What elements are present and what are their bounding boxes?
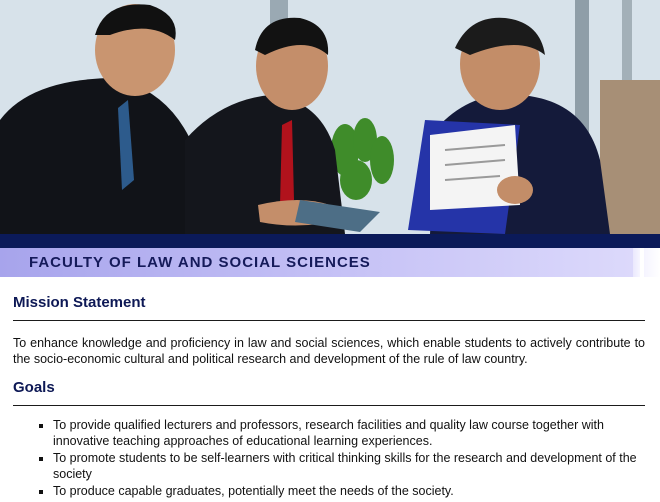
title-bar-accent [644,248,660,277]
list-item: To produce capable graduates, potentiall… [53,483,645,499]
goals-list: To provide qualified lecturers and profe… [13,417,645,499]
list-item: To promote students to be self-learners … [53,450,645,482]
page-title: FACULTY OF LAW AND SOCIAL SCIENCES [29,254,371,271]
goals-heading: Goals [13,379,55,396]
hero-illustration [0,0,660,234]
section-divider [13,405,645,406]
title-bar-accent [633,248,640,277]
header-strip [0,234,660,248]
mission-text: To enhance knowledge and proficiency in … [13,336,645,366]
section-divider [13,320,645,321]
mission-heading: Mission Statement [13,294,146,311]
hero-photo [0,0,660,234]
main-content: Mission Statement To enhance knowledge a… [0,277,660,499]
page-title-bar: FACULTY OF LAW AND SOCIAL SCIENCES [0,248,660,277]
list-item: To provide qualified lecturers and profe… [53,417,645,449]
